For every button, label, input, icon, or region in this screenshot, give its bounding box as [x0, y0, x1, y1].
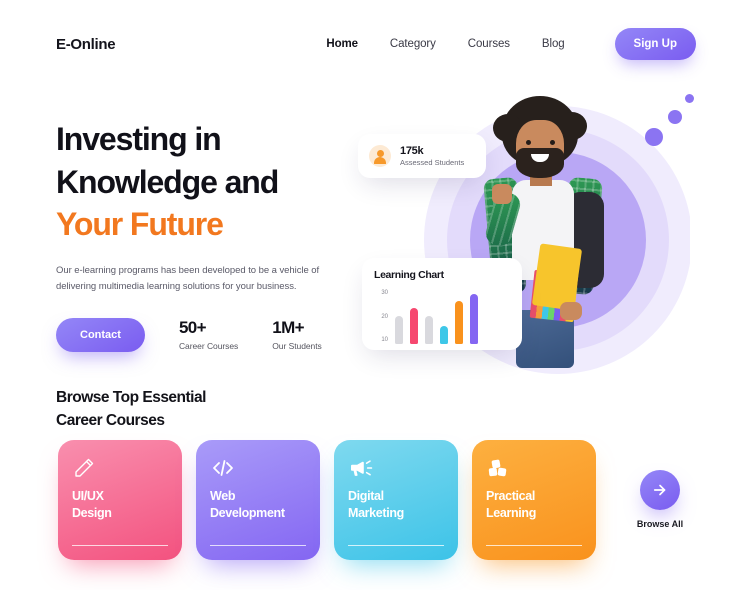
nav-link-blog[interactable]: Blog	[542, 38, 565, 50]
y-tick: 10	[381, 337, 388, 343]
sign-up-button[interactable]: Sign Up	[614, 28, 696, 60]
course-card-label: Digital Marketing	[348, 488, 444, 522]
course-card-web-development[interactable]: Web Development	[196, 440, 320, 560]
hero-title-line-1: Investing in	[56, 121, 222, 157]
assessed-students-text: 175k Assessed Students	[400, 145, 464, 167]
course-card-digital-marketing[interactable]: Digital Marketing	[334, 440, 458, 560]
code-icon	[210, 456, 306, 482]
megaphone-icon	[348, 456, 444, 482]
course-card-uiux-design[interactable]: UI/UX Design	[58, 440, 182, 560]
course-card-practical-learning[interactable]: Practical Learning	[472, 440, 596, 560]
stat-label: Career Courses	[178, 341, 239, 352]
hero-title-accent: Your Future	[56, 206, 224, 243]
nav-link-category[interactable]: Category	[390, 38, 436, 50]
decorative-dot-large	[645, 128, 663, 146]
course-card-rule	[486, 545, 582, 546]
hand	[560, 302, 582, 320]
person-icon	[369, 145, 391, 167]
course-label-line-1: Practical	[486, 489, 535, 503]
chart-bars	[388, 290, 510, 344]
course-label-line-2: Marketing	[348, 505, 404, 520]
course-card-rule	[348, 545, 444, 546]
assessed-students-card: 175k Assessed Students	[358, 134, 486, 178]
course-card-label: UI/UX Design	[72, 488, 168, 522]
hero-actions: Contact 50+ Career Courses 1M+ Our Stude…	[56, 317, 356, 352]
pencil-icon	[72, 456, 168, 482]
section-title: Browse Top Essential Career Courses	[56, 386, 206, 433]
hero-text-block: Investing in Knowledge and Your Future O…	[56, 118, 356, 352]
section-title-line-2: Career Courses	[56, 412, 165, 430]
nav-link-home[interactable]: Home	[326, 38, 358, 50]
nav-link-courses[interactable]: Courses	[468, 38, 510, 50]
arrow-right-icon[interactable]	[640, 470, 680, 510]
y-tick: 30	[381, 290, 388, 296]
course-label-line-1: UI/UX	[72, 489, 104, 503]
decorative-dot-medium	[668, 110, 682, 124]
course-card-list: UI/UX Design Web Development Digital Mar…	[58, 440, 596, 560]
brand-logo[interactable]: E-Online	[56, 36, 116, 53]
chart-body: 30 20 10	[374, 290, 510, 344]
stat-our-students: 1M+ Our Students	[272, 318, 322, 352]
chart-bar	[395, 315, 403, 344]
badge-label: Assessed Students	[400, 158, 465, 167]
stat-value: 1M+	[272, 318, 304, 338]
blocks-icon	[486, 456, 582, 482]
eye-right	[550, 140, 555, 145]
section-title-line-1: Browse Top Essential	[56, 389, 206, 406]
fist	[492, 184, 512, 204]
chart-title: Learning Chart	[374, 269, 444, 281]
course-label-line-1: Digital	[348, 489, 384, 503]
browse-all-control[interactable]: Browse All	[630, 470, 690, 529]
badge-value: 175k	[400, 145, 424, 157]
course-label-line-1: Web	[210, 489, 236, 503]
course-card-rule	[210, 545, 306, 546]
chart-bar	[410, 308, 418, 344]
course-card-label: Web Development	[210, 488, 306, 522]
hero-subtitle: Our e-learning programs has been develop…	[56, 264, 320, 293]
page-title: Investing in Knowledge and Your Future	[56, 118, 356, 246]
course-label-line-2: Learning	[486, 505, 536, 520]
chart-bar	[440, 325, 448, 344]
chart-bar	[425, 315, 433, 344]
course-card-label: Practical Learning	[486, 488, 582, 522]
chart-bar	[470, 294, 478, 344]
nav-links: Home Category Courses Blog Sign Up	[326, 28, 696, 60]
course-label-line-2: Development	[210, 505, 285, 520]
stat-value: 50+	[178, 318, 207, 338]
browse-all-label: Browse All	[636, 519, 684, 529]
contact-button[interactable]: Contact	[56, 317, 145, 352]
stat-label: Our Students	[272, 341, 322, 352]
course-card-rule	[72, 545, 168, 546]
hero-title-line-2: Knowledge and	[56, 163, 279, 200]
folder	[531, 243, 583, 311]
eye-left	[526, 140, 531, 145]
chart-y-axis: 30 20 10	[374, 290, 388, 344]
stat-career-courses: 50+ Career Courses	[179, 318, 238, 351]
course-label-line-2: Design	[72, 505, 112, 520]
top-navigation-bar: E-Online Home Category Courses Blog Sign…	[0, 0, 752, 88]
chart-bar	[455, 301, 463, 344]
y-tick: 20	[381, 313, 388, 320]
beard	[516, 148, 564, 178]
decorative-dot-small	[685, 94, 694, 103]
learning-chart-card: Learning Chart 30 20 10	[362, 258, 522, 350]
